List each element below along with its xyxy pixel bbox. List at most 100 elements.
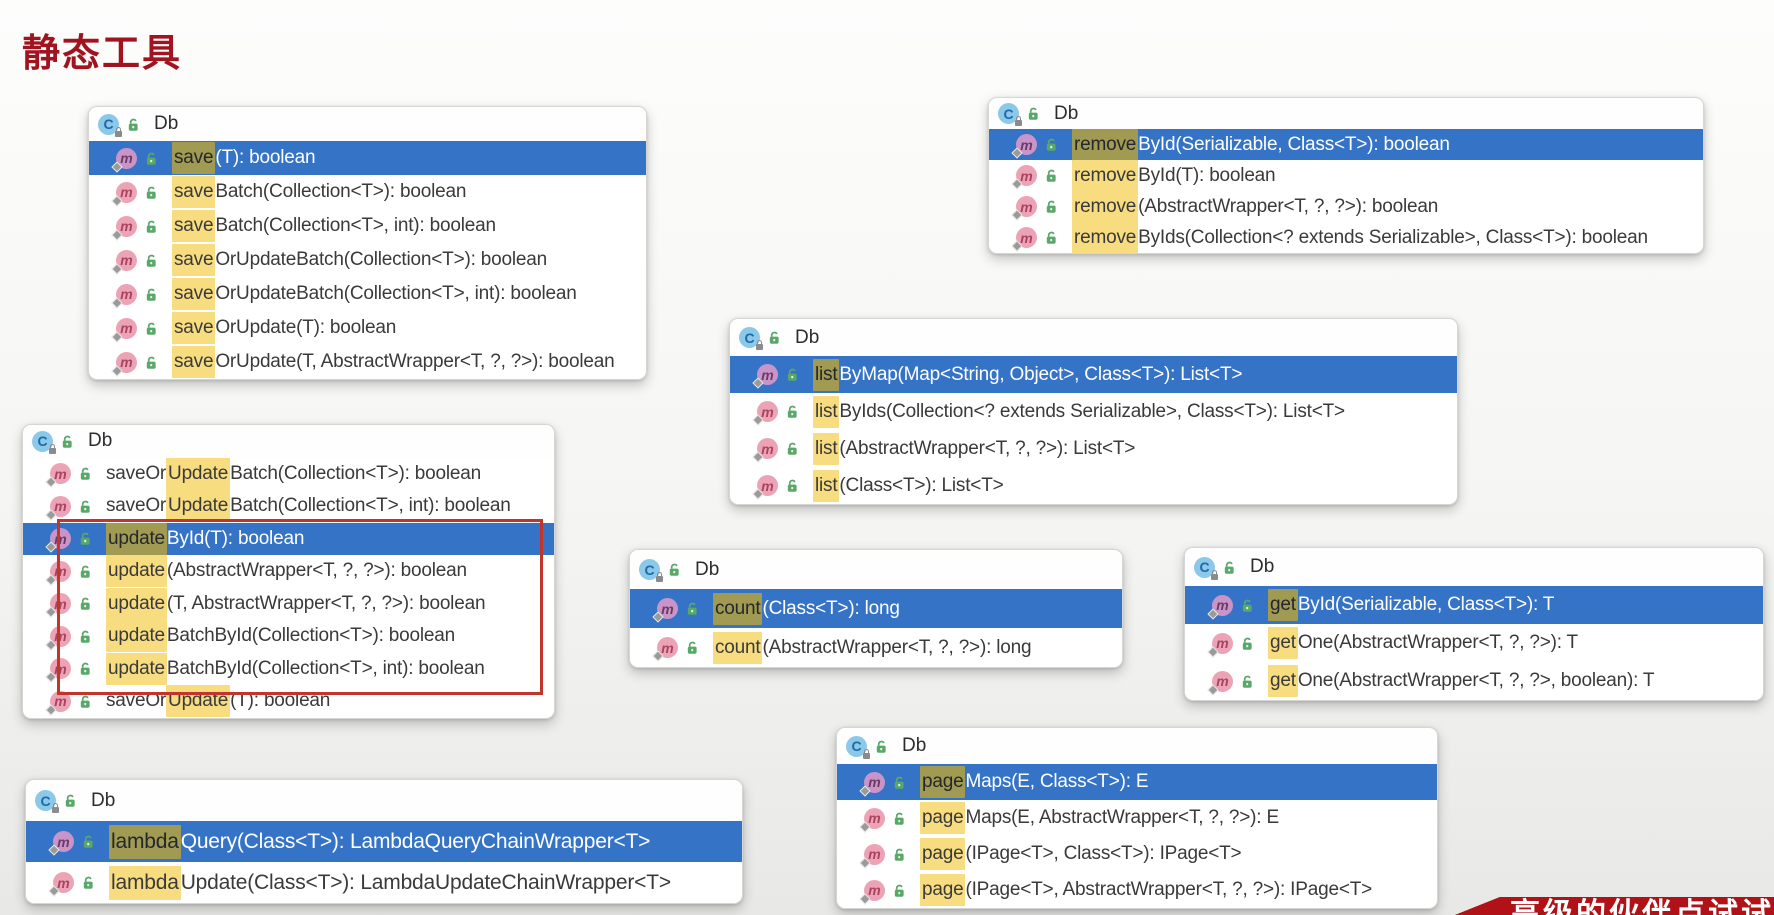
completion-item-update-4[interactable]: m update (T, AbstractWrapper<T, ?, ?>): bo… <box>23 587 554 621</box>
method-icon: m <box>45 690 71 716</box>
popup-header: C Db <box>837 728 1437 764</box>
match-highlight: save <box>172 244 216 276</box>
completion-item-save-1[interactable]: m save Batch(Collection<T>): boolean <box>89 175 646 209</box>
public-lock-icon <box>144 151 159 166</box>
completion-item-remove-3[interactable]: m remove ByIds(Collection<? extends Serial… <box>989 221 1703 253</box>
completion-item-save-4[interactable]: m save OrUpdateBatch(Collection<T>, int): … <box>89 277 646 311</box>
match-highlight: page <box>920 766 966 798</box>
public-lock-icon <box>1240 636 1255 651</box>
class-icon: C <box>32 430 56 454</box>
method-icon: m <box>1207 632 1233 658</box>
completion-item-saveOrUpdate-0[interactable]: m saveOr Update Batch(Collection<T>): boole… <box>23 457 554 491</box>
method-icon: m <box>1011 227 1037 252</box>
method-icon: m <box>652 637 678 662</box>
completion-item-saveOrUpdate-7[interactable]: m saveOr Update (T): boolean <box>23 685 554 718</box>
public-lock-icon <box>685 640 700 655</box>
public-lock-icon <box>126 117 141 132</box>
completion-item-save-5[interactable]: m save OrUpdate(T): boolean <box>89 311 646 345</box>
match-highlight: lambda <box>109 824 181 859</box>
completion-item-save-3[interactable]: m save OrUpdateBatch(Collection<T>): boole… <box>89 243 646 277</box>
class-name: Db <box>1054 102 1079 124</box>
small-lock-icon <box>656 572 663 582</box>
public-lock-icon <box>78 531 93 546</box>
completion-item-page-2[interactable]: m page (IPage<T>, Class<T>): IPage<T> <box>837 836 1437 872</box>
method-icon: m <box>752 438 778 463</box>
completion-item-lambda-0[interactable]: m lambda Query(Class<T>): LambdaQueryChain… <box>26 821 742 862</box>
method-icon: m <box>45 495 71 521</box>
small-diamond-icon <box>859 856 871 869</box>
method-icon: m <box>48 831 74 856</box>
public-lock-icon <box>785 441 800 456</box>
method-icon: m <box>1011 165 1037 190</box>
completion-item-lambda-1[interactable]: m lambda Update(Class<T>): LambdaUpdateCha… <box>26 862 742 903</box>
method-signature: page (IPage<T>, Class<T>): IPage<T> <box>914 838 1242 870</box>
class-icon: C <box>739 327 763 350</box>
small-diamond-icon <box>652 650 664 662</box>
completion-item-update-2[interactable]: m update ById(T): boolean <box>23 522 554 555</box>
completion-item-count-0[interactable]: m count (Class<T>): long <box>630 589 1122 628</box>
completion-item-update-3[interactable]: m update (AbstractWrapper<T, ?, ?>): boole… <box>23 555 554 588</box>
small-diamond-icon <box>859 820 871 833</box>
completion-item-remove-1[interactable]: m remove ById(T): boolean <box>989 159 1703 192</box>
completion-item-get-1[interactable]: m get One(AbstractWrapper<T, ?, ?>): T <box>1185 624 1763 662</box>
public-lock-icon <box>685 601 700 616</box>
class-name: Db <box>695 558 720 580</box>
method-signature: save Batch(Collection<T>, int): boolean <box>166 210 496 242</box>
method-signature: update BatchById(Collection<T>): boolean <box>100 620 455 653</box>
completion-item-remove-0[interactable]: m remove ById(Serializable, Class<T>): boo… <box>989 128 1703 161</box>
completion-item-remove-2[interactable]: m remove (AbstractWrapper<T, ?, ?>): boole… <box>989 190 1703 223</box>
method-signature: list ByMap(Map<String, Object>, Class<T>)… <box>807 358 1242 391</box>
method-signature: saveOrUpdateBatch(Collection<T>, int): b… <box>100 490 511 523</box>
popup-header: C Db <box>630 550 1122 589</box>
small-diamond-icon <box>111 330 123 343</box>
match-highlight: lambda <box>109 865 181 900</box>
small-lock-icon <box>49 443 56 454</box>
page-title: 静态工具 <box>22 31 183 75</box>
class-name: Db <box>88 430 113 452</box>
method-icon: m <box>1011 196 1037 221</box>
completion-item-page-0[interactable]: m page Maps(E, Class<T>): E <box>837 764 1437 800</box>
completion-item-save-6[interactable]: m save OrUpdate(T, AbstractWrapper<T, ?, ?… <box>89 345 646 379</box>
method-signature: update (AbstractWrapper<T, ?, ?>): boolea… <box>100 555 467 588</box>
match-highlight: page <box>920 802 966 834</box>
public-lock-icon <box>667 562 682 577</box>
class-name: Db <box>1250 556 1275 577</box>
public-lock-icon <box>81 875 96 890</box>
method-signature: page Maps(E, Class<T>): E <box>914 766 1149 798</box>
public-lock-icon <box>1240 674 1255 689</box>
public-lock-icon <box>78 564 93 579</box>
completion-item-list-3[interactable]: m list (Class<T>): List<T> <box>730 467 1457 504</box>
completion-item-update-6[interactable]: m update BatchById(Collection<T>, int): bo… <box>23 652 554 686</box>
method-signature: saveOrUpdate(T): boolean <box>166 312 396 344</box>
method-signature: update BatchById(Collection<T>, int): boo… <box>100 652 485 685</box>
completion-item-update-5[interactable]: m update BatchById(Collection<T>): boolean <box>23 620 554 653</box>
method-icon: m <box>859 843 885 869</box>
match-highlight: save <box>172 312 216 344</box>
method-icon: m <box>111 249 137 275</box>
completion-item-list-1[interactable]: m list ByIds(Collection<? extends Serializ… <box>730 393 1457 430</box>
completion-item-page-3[interactable]: m page (IPage<T>, AbstractWrapper<T, ?, ?>… <box>837 872 1437 908</box>
method-icon: m <box>111 215 137 241</box>
method-icon: m <box>752 401 778 426</box>
completion-item-save-0[interactable]: m save (T): boolean <box>89 141 646 175</box>
completion-item-list-0[interactable]: m list ByMap(Map<String, Object>, Class<T>… <box>730 356 1457 393</box>
match-highlight: get <box>1268 627 1298 659</box>
small-diamond-icon <box>1011 147 1023 159</box>
method-signature: count (AbstractWrapper<T, ?, ?>): long <box>707 631 1032 664</box>
method-icon: m <box>752 364 778 389</box>
small-diamond-icon <box>48 885 60 897</box>
method-signature: get One(AbstractWrapper<T, ?, ?>): T <box>1262 627 1578 659</box>
method-icon: m <box>45 593 71 618</box>
method-icon: m <box>111 283 137 309</box>
completion-item-get-0[interactable]: m get ById(Serializable, Class<T>): T <box>1185 586 1763 624</box>
match-highlight: save <box>172 278 216 310</box>
completion-item-count-1[interactable]: m count (AbstractWrapper<T, ?, ?>): long <box>630 628 1122 667</box>
completion-item-saveOrUpdate-1[interactable]: m saveOr Update Batch(Collection<T>, int): … <box>23 490 554 523</box>
completion-item-save-2[interactable]: m save Batch(Collection<T>, int): boolean <box>89 209 646 243</box>
completion-item-get-2[interactable]: m get One(AbstractWrapper<T, ?, ?>, boolea… <box>1185 662 1763 700</box>
public-lock-icon <box>81 834 96 849</box>
small-diamond-icon <box>652 611 664 623</box>
completion-item-page-1[interactable]: m page Maps(E, AbstractWrapper<T, ?, ?>): … <box>837 800 1437 836</box>
small-diamond-icon <box>1011 240 1023 252</box>
completion-item-list-2[interactable]: m list (AbstractWrapper<T, ?, ?>): List<T> <box>730 430 1457 467</box>
